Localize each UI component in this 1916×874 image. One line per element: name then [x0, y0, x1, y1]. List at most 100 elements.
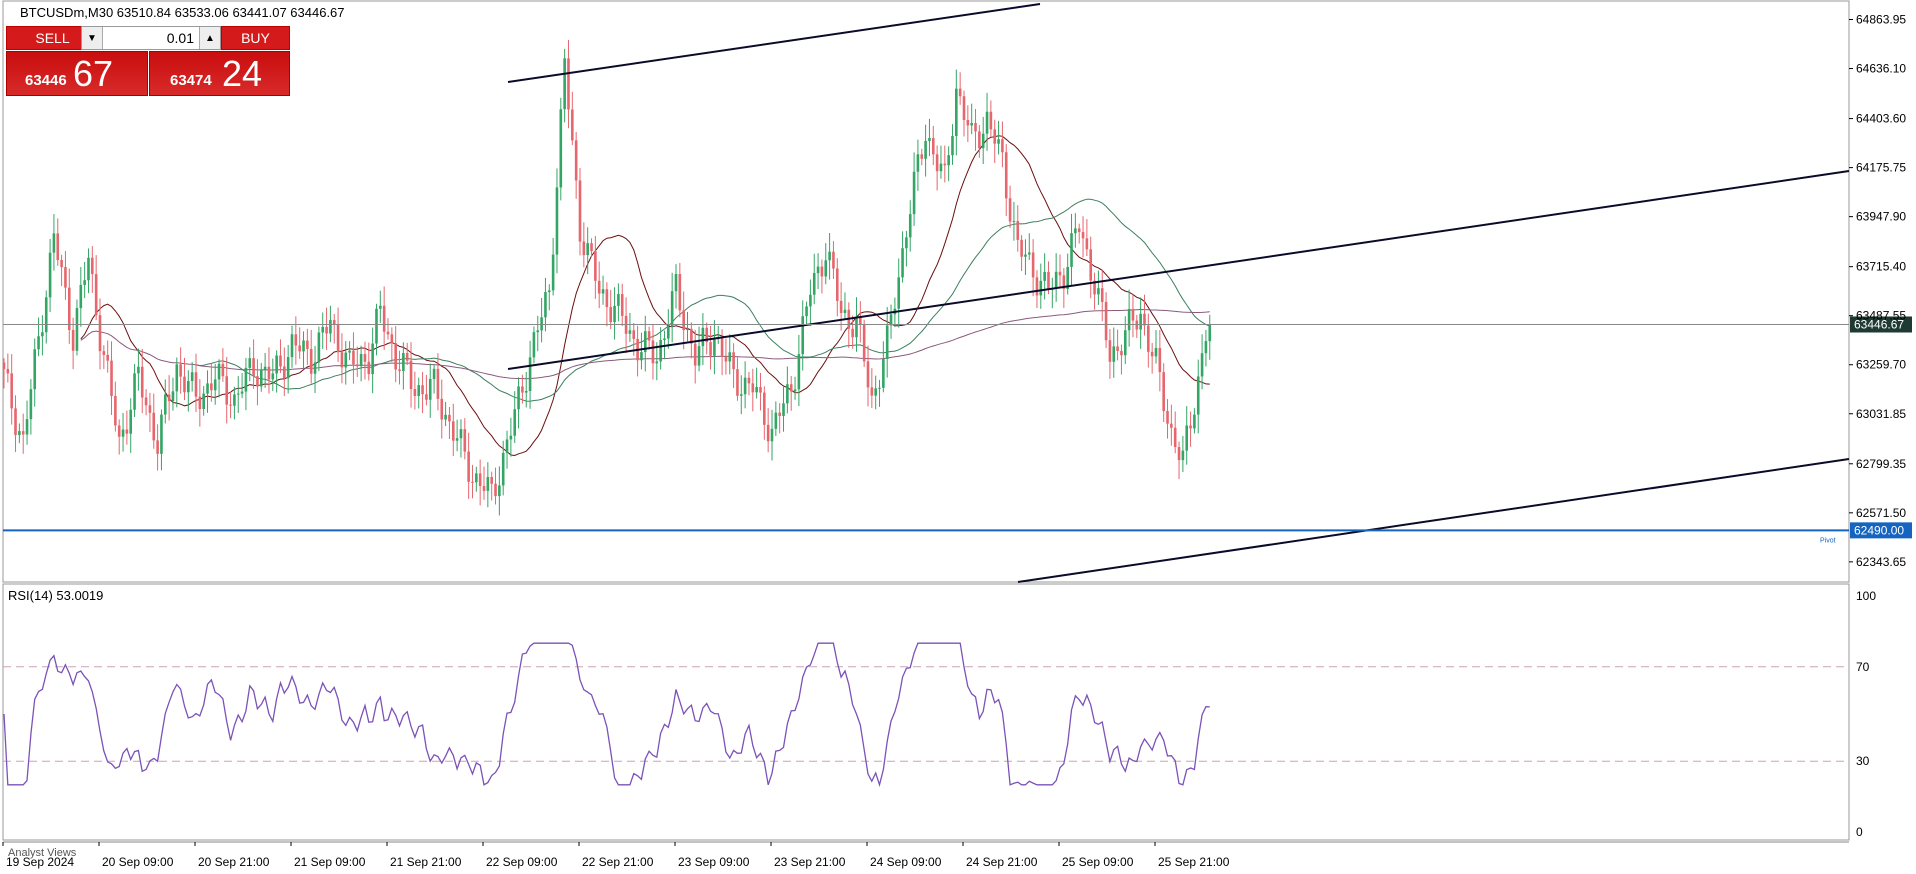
candle-body	[179, 364, 182, 377]
candle-body	[601, 289, 605, 294]
buy-price-button[interactable]: 63474 24	[149, 51, 290, 96]
candle-body	[1104, 301, 1108, 341]
channel-middle-line	[507, 170, 1850, 370]
chevron-down-icon[interactable]: ▼	[82, 27, 103, 49]
candle-body	[325, 326, 328, 334]
candle-body	[878, 387, 881, 389]
candle-body	[390, 334, 394, 344]
candle-body	[379, 305, 382, 309]
time-axis-label: 21 Sep 21:00	[390, 855, 462, 869]
time-axis-label: 24 Sep 09:00	[870, 855, 942, 869]
candle-body	[2, 362, 6, 369]
candle-body	[194, 372, 198, 397]
candle-body	[382, 305, 386, 332]
candle-body	[321, 326, 325, 333]
candle-body	[801, 316, 805, 355]
chevron-up-icon[interactable]: ▲	[199, 27, 220, 49]
candle-body	[544, 292, 547, 318]
candle-body	[467, 451, 470, 482]
candle-body	[1039, 280, 1043, 296]
candle-body	[444, 414, 447, 420]
candle-body	[501, 452, 505, 486]
candle-body	[559, 109, 563, 188]
candle-body	[25, 419, 29, 435]
lot-size-input[interactable]: ▼ 0.01 ▲	[81, 26, 221, 50]
price-axis-label: 64175.75	[1856, 161, 1906, 175]
candle-body	[1070, 233, 1073, 267]
candle-body	[344, 352, 348, 368]
candle-body	[371, 343, 374, 375]
symbol-info: BTCUSDm,M30 63510.84 63533.06 63441.07 6…	[20, 5, 345, 20]
candle-body	[91, 257, 94, 275]
candle-body	[1024, 254, 1027, 257]
candle-body	[1185, 425, 1189, 451]
candle-body	[1166, 411, 1169, 424]
candle-body	[1031, 252, 1035, 278]
time-axis-label: 20 Sep 21:00	[198, 855, 270, 869]
candle-body	[455, 438, 459, 441]
candle-body	[1074, 228, 1077, 234]
candle-body	[701, 327, 705, 347]
sell-price-minor: 67	[73, 53, 114, 94]
candle-body	[110, 360, 113, 396]
candle-body	[1116, 346, 1119, 351]
candle-body	[190, 372, 194, 382]
candle-body	[106, 354, 109, 361]
candle-body	[6, 368, 10, 374]
candle-body	[10, 373, 13, 409]
candle-body	[210, 383, 213, 391]
candle-body	[555, 187, 559, 255]
price-axis-label: 62343.65	[1856, 555, 1906, 569]
candle-body	[805, 306, 808, 317]
candle-body	[928, 138, 931, 141]
candle-body	[974, 123, 977, 132]
candle-body	[413, 389, 417, 396]
rsi-axis-label: 0	[1856, 825, 1863, 839]
candle-body	[609, 307, 613, 323]
candle-body	[428, 378, 432, 400]
candle-body	[348, 350, 351, 353]
rsi-axis-label: 100	[1856, 589, 1876, 603]
candle-body	[306, 340, 309, 349]
candle-body	[133, 373, 136, 410]
candle-body	[632, 330, 636, 339]
candle-body	[686, 328, 689, 331]
candle-body	[524, 390, 528, 393]
candle-body	[18, 431, 21, 436]
candle-body	[1012, 221, 1016, 223]
price-axis-label: 63031.85	[1856, 407, 1906, 421]
candle-body	[885, 325, 889, 360]
candle-body	[156, 440, 159, 454]
candle-body	[578, 180, 582, 242]
candle-body	[359, 353, 363, 367]
candle-body	[939, 163, 943, 172]
candle-body	[263, 366, 267, 370]
candle-body	[640, 352, 643, 361]
channel-lower-line	[1017, 458, 1850, 583]
buy-button[interactable]: BUY	[221, 26, 290, 50]
candle-body	[1077, 228, 1081, 233]
candle-body	[517, 386, 520, 410]
candle-body	[678, 274, 682, 311]
candle-body	[313, 362, 317, 374]
candle-body	[713, 339, 716, 356]
candle-body	[647, 331, 651, 341]
candle-body	[386, 331, 390, 335]
candle-body	[471, 481, 474, 483]
candle-body	[912, 171, 916, 215]
analyst-views-tab[interactable]: Analyst Views	[8, 847, 76, 859]
time-axis-label: 25 Sep 21:00	[1158, 855, 1230, 869]
price-axis-label: 64636.10	[1856, 62, 1906, 76]
candle-body	[1139, 313, 1142, 330]
candle-body	[171, 391, 175, 402]
candle-body	[221, 363, 225, 377]
candle-body	[409, 360, 413, 390]
candle-body	[206, 383, 209, 394]
price-axis-label: 63259.70	[1856, 358, 1906, 372]
candle-body	[71, 330, 75, 351]
candle-body	[674, 274, 678, 292]
candle-body	[202, 393, 205, 409]
candle-body	[736, 369, 739, 396]
sell-price-button[interactable]: 63446 67	[6, 51, 148, 96]
candle-body	[874, 388, 877, 396]
